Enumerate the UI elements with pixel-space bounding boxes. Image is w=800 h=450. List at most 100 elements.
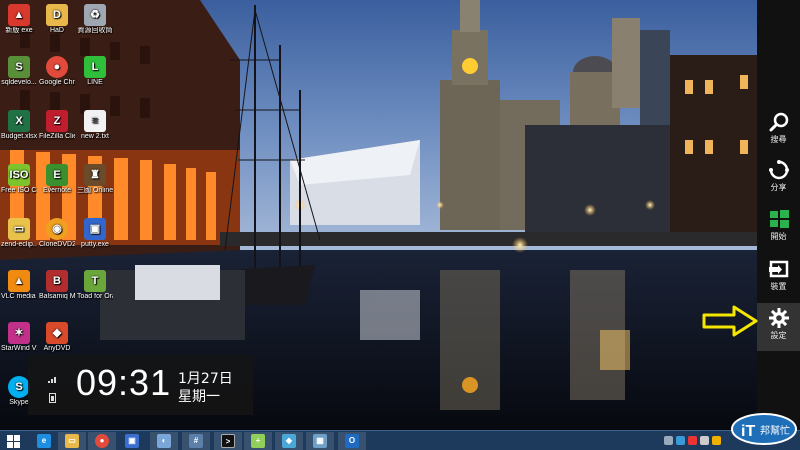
tray-app-icon[interactable] — [664, 436, 673, 445]
excel-icon: X — [8, 110, 30, 132]
desktop-icon-label: new 2.txt — [80, 133, 109, 140]
taskbar-item-chrome[interactable]: ● — [88, 432, 116, 450]
desktop-icon-label: CloneDVD2 — [39, 241, 75, 248]
starwind-icon: ✶ — [8, 322, 30, 344]
desktop-icon[interactable]: Z FileZilla Client — [39, 110, 75, 141]
desktop-icon-label: HaD — [49, 27, 64, 34]
desktop-icon[interactable]: ◉ CloneDVD2 — [39, 218, 75, 249]
anydvd-icon: ◆ — [46, 322, 68, 344]
tray-app-icon[interactable] — [712, 436, 721, 445]
taskbar-item-network[interactable]: ▦ — [306, 432, 334, 450]
desktop-icon-label: LINE — [87, 79, 103, 86]
desktop-icon-label: putty.exe — [81, 241, 109, 248]
charm-start[interactable]: 開始 — [757, 204, 800, 252]
battery-icon — [49, 393, 56, 403]
tray-app-icon[interactable] — [688, 436, 697, 445]
desktop-icon[interactable]: B Balsamiq Mockups — [39, 270, 75, 301]
tray-app-icon[interactable] — [700, 436, 709, 445]
tray-app-icon[interactable] — [676, 436, 685, 445]
desktop-icon[interactable]: X Budget.xlsx — [1, 110, 37, 141]
evernote-icon: E — [46, 164, 68, 186]
svg-text:iT: iT — [741, 423, 755, 440]
filezilla-icon: Z — [46, 110, 68, 132]
desktop-icon-label: 新版 exe — [5, 27, 33, 34]
text-file-icon: ≡ — [84, 110, 106, 132]
network-icon: ▦ — [313, 434, 327, 448]
desktop-icon[interactable]: ▲ 新版 exe — [1, 4, 37, 35]
internet-explorer-icon: e — [37, 434, 51, 448]
taskbar-item-paint[interactable]: ◆ — [275, 432, 303, 450]
signal-icon — [48, 377, 56, 383]
desktop-icon[interactable]: ≡ new 2.txt — [77, 110, 113, 141]
calculator-icon: # — [189, 434, 203, 448]
desktop-icon-label: AnyDVD — [43, 345, 71, 352]
desktop-icon[interactable]: ● Google Chrome — [39, 56, 75, 87]
paint-icon: ◆ — [282, 434, 296, 448]
outlook-icon: O — [345, 434, 359, 448]
charm-label: 開始 — [770, 232, 787, 241]
desktop-icon[interactable]: ♜ 三國 Online — [77, 164, 113, 195]
desktop-icon[interactable]: ✶ StarWind V2V Im... — [1, 322, 37, 353]
desktop-icon-label: Budget.xlsx — [1, 133, 37, 140]
charm-share[interactable]: 分享 — [757, 155, 800, 203]
ithome-logo: iT 邦幫忙 — [731, 413, 797, 445]
desktop-icon-label: Google Chrome — [39, 79, 75, 86]
desktop-icon-label: 資源回收筒 — [77, 27, 113, 34]
desktop-icon[interactable]: ISO Free ISO Creator — [1, 164, 37, 195]
share-icon — [769, 160, 789, 180]
chrome-icon: ● — [95, 434, 109, 448]
devices-icon — [769, 260, 789, 278]
clock-date: 1月27日 — [178, 371, 233, 387]
desktop-icon-label: zend-eclip... — [1, 241, 37, 248]
desktop-icon-label: Free ISO Creator — [1, 187, 37, 194]
charm-label: 裝置 — [770, 282, 787, 291]
clock-time: 09:31 — [76, 362, 172, 403]
clock-weekday: 星期一 — [178, 389, 220, 405]
taskbar-item-explorer[interactable]: ▭ — [58, 432, 86, 450]
taskbar-item-cmd[interactable]: > — [214, 432, 242, 450]
desktop-icon-label: 三國 Online — [77, 187, 113, 194]
charm-search[interactable]: 搜尋 — [757, 107, 800, 155]
remote-desktop-icon: ▣ — [125, 434, 139, 448]
desktop-icon[interactable]: S sqldevelo... — [1, 56, 37, 87]
sqldeveloper-icon: S — [8, 56, 30, 78]
desktop-icon[interactable]: ▲ VLC media player — [1, 270, 37, 301]
charms-bar: 搜尋 分享 開始 裝置 設定 — [757, 0, 800, 430]
taskbar-item-notepad[interactable]: + — [244, 432, 272, 450]
search-icon — [769, 112, 789, 132]
desktop-icon[interactable]: L LINE — [77, 56, 113, 87]
taskbar-item-ie[interactable]: e — [30, 432, 58, 450]
desktop-icon[interactable]: T Toad for Oracle 12... — [77, 270, 113, 301]
desktop-icon-label: Toad for Oracle 12... — [77, 293, 113, 300]
line-icon: L — [84, 56, 106, 78]
desktop-icon[interactable]: ♻ 資源回收筒 — [77, 4, 113, 35]
chrome-icon: ● — [46, 56, 68, 78]
app-red-icon: ▲ — [8, 4, 30, 26]
charm-settings[interactable]: 設定 — [757, 303, 800, 351]
taskbar-item-calculator[interactable]: # — [182, 432, 210, 450]
taskbar-item-remote-desktop[interactable]: ▣ — [118, 432, 146, 450]
taskbar-item-photo[interactable]: ◐ — [150, 432, 178, 450]
taskbar-item-outlook[interactable]: O — [338, 432, 366, 450]
balsamiq-icon: B — [46, 270, 68, 292]
desktop-icon[interactable]: ▣ putty.exe — [77, 218, 113, 249]
start-button[interactable] — [0, 432, 28, 450]
desktop-icon[interactable]: ◆ AnyDVD — [39, 322, 75, 353]
iso-creator-icon: ISO — [8, 164, 30, 186]
gear-icon — [769, 308, 789, 328]
recycle-bin-icon: ♻ — [84, 4, 106, 26]
desktop-icon[interactable]: D HaD — [39, 4, 75, 35]
desktop-icon[interactable]: ▭ zend-eclip... — [1, 218, 37, 249]
charm-label: 分享 — [770, 183, 787, 192]
arrow-right-icon — [702, 305, 758, 337]
taskbar: e ▭ ● ▣ ◐ # > + ◆ ▦ O — [0, 430, 800, 450]
desktop-icon-label: FileZilla Client — [39, 133, 75, 140]
desktop-icon-label: VLC media player — [1, 293, 37, 300]
photo-viewer-icon: ◐ — [157, 434, 171, 448]
desktop-icon-label: Evernote — [42, 187, 72, 194]
desktop-icon-label: sqldevelo... — [1, 79, 37, 86]
charm-devices[interactable]: 裝置 — [757, 254, 800, 302]
toad-icon: T — [84, 270, 106, 292]
desktop-icon[interactable]: E Evernote — [39, 164, 75, 195]
charm-label: 搜尋 — [770, 135, 787, 144]
